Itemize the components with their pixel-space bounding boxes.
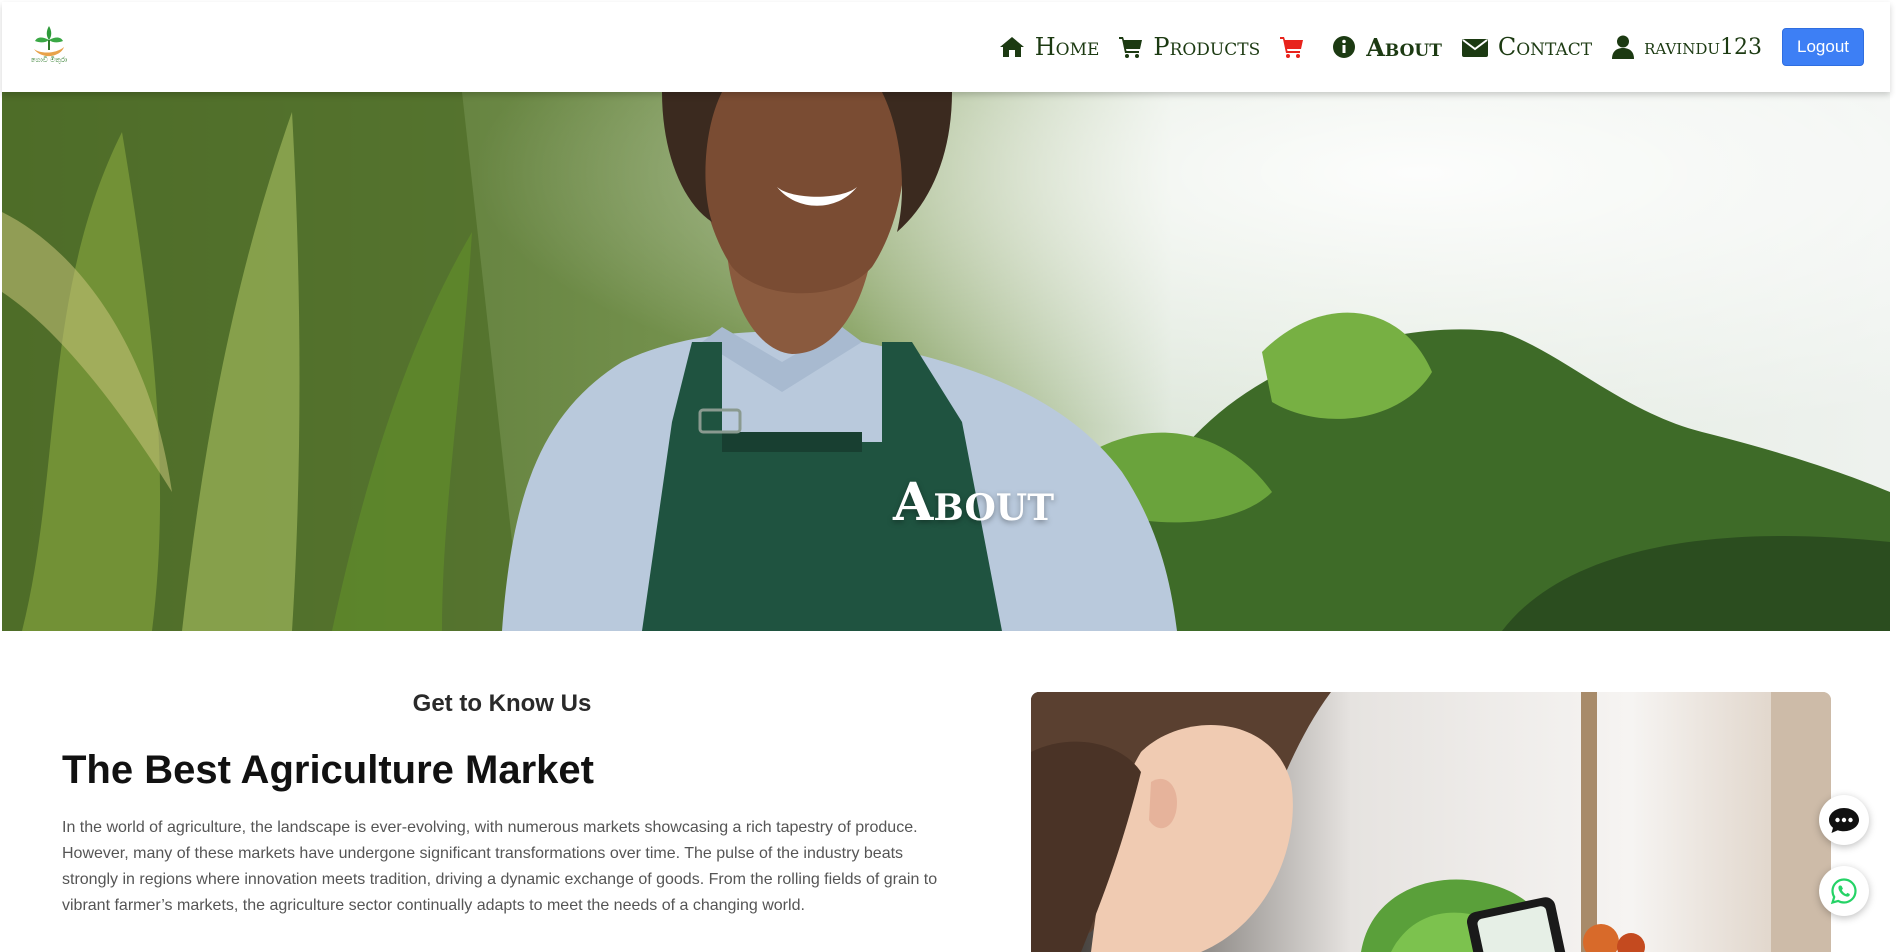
home-icon [999, 37, 1024, 57]
nav-about[interactable]: About [1332, 33, 1442, 62]
navbar: ගොවි මිතුරා Home Products About Contact … [2, 2, 1890, 92]
whatsapp-icon [1830, 878, 1857, 905]
intro-paragraph: In the world of agriculture, the landsca… [62, 819, 938, 914]
user-icon [1612, 35, 1635, 59]
nav-about-label: About [1366, 32, 1442, 62]
logo-text: ගොවි මිතුරා [30, 56, 68, 64]
hero-banner: About [2, 92, 1890, 631]
whatsapp-button[interactable] [1819, 866, 1869, 916]
chat-bubble-icon [1829, 808, 1859, 833]
site-logo[interactable]: ගොවි මිතුරා [26, 22, 72, 70]
info-icon [1333, 36, 1356, 58]
nav-products[interactable]: Products [1119, 33, 1260, 61]
farmer-smiling-in-field-photo [2, 92, 1890, 631]
chat-button[interactable] [1819, 795, 1869, 845]
cart-icon [1119, 37, 1143, 58]
nav-contact-label: Contact [1497, 33, 1593, 61]
side-image [1031, 692, 1831, 952]
logout-button[interactable]: Logout [1782, 28, 1864, 66]
nav-items: Home Products About Contact ravindu123 L… [999, 2, 1890, 92]
cart-red-icon [1280, 37, 1304, 58]
envelope-icon [1461, 39, 1488, 57]
nav-contact[interactable]: Contact [1461, 33, 1593, 61]
intro-subheading: Get to Know Us [412, 690, 592, 717]
nav-home[interactable]: Home [999, 33, 1100, 61]
nav-home-label: Home [1034, 33, 1100, 61]
nav-user[interactable]: ravindu123 [1612, 35, 1762, 60]
nav-user-label: ravindu123 [1644, 34, 1762, 60]
woman-with-phone-and-vegetables-photo [1031, 692, 1831, 952]
intro-section: Get to Know Us The Best Agriculture Mark… [62, 690, 942, 919]
nav-cart[interactable] [1280, 36, 1304, 58]
intro-heading: The Best Agriculture Market [62, 748, 594, 792]
nav-products-label: Products [1153, 33, 1261, 61]
hero-title: About [893, 472, 1054, 533]
